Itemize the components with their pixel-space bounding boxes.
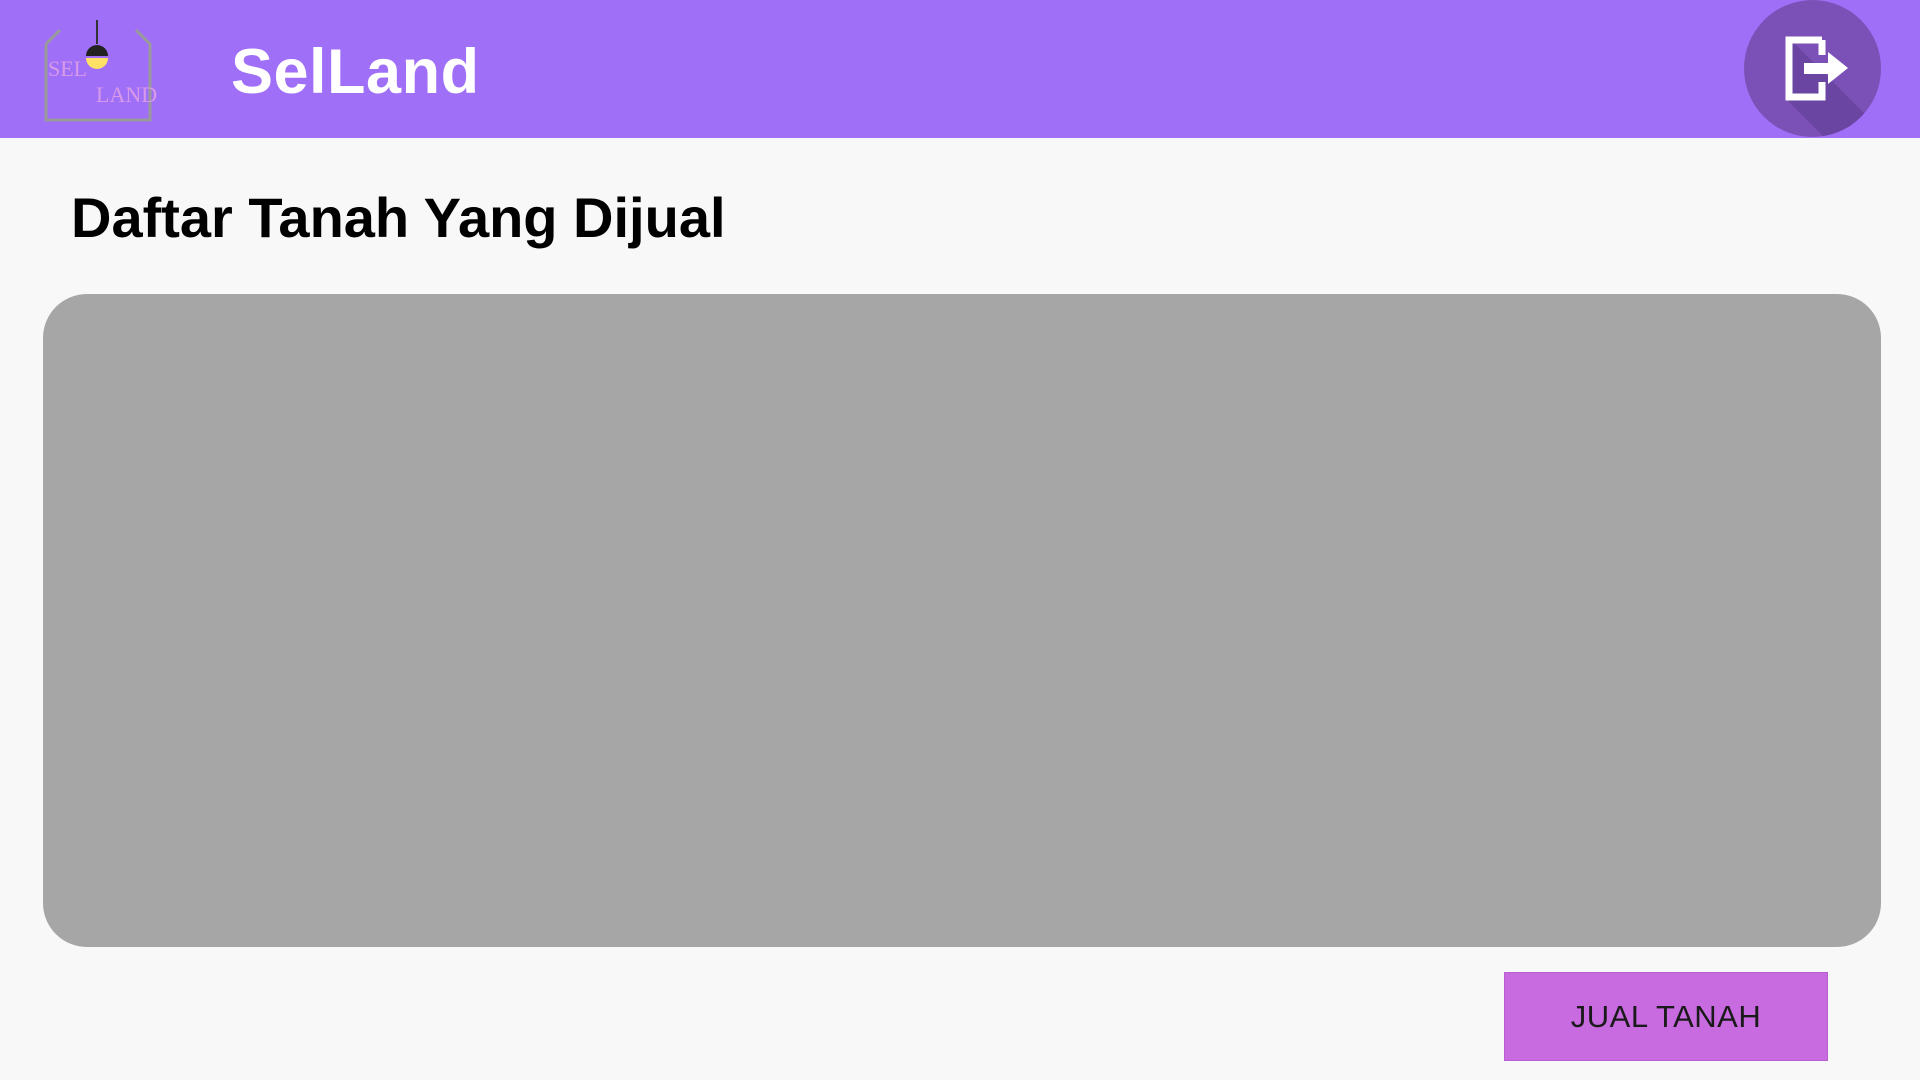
page-title: Daftar Tanah Yang Dijual [71,186,726,249]
logo-text-line1: SEL [48,56,87,81]
app-title: SelLand [231,37,480,107]
logo-text-line2: LAND [96,82,157,107]
logout-icon [1785,36,1881,137]
land-list-panel [43,294,1881,947]
logout-button[interactable] [1744,0,1881,137]
selland-logo-icon: SEL LAND [40,16,168,124]
sell-land-button[interactable]: JUAL TANAH [1504,972,1828,1061]
app-header: SEL LAND SelLand [0,0,1920,138]
